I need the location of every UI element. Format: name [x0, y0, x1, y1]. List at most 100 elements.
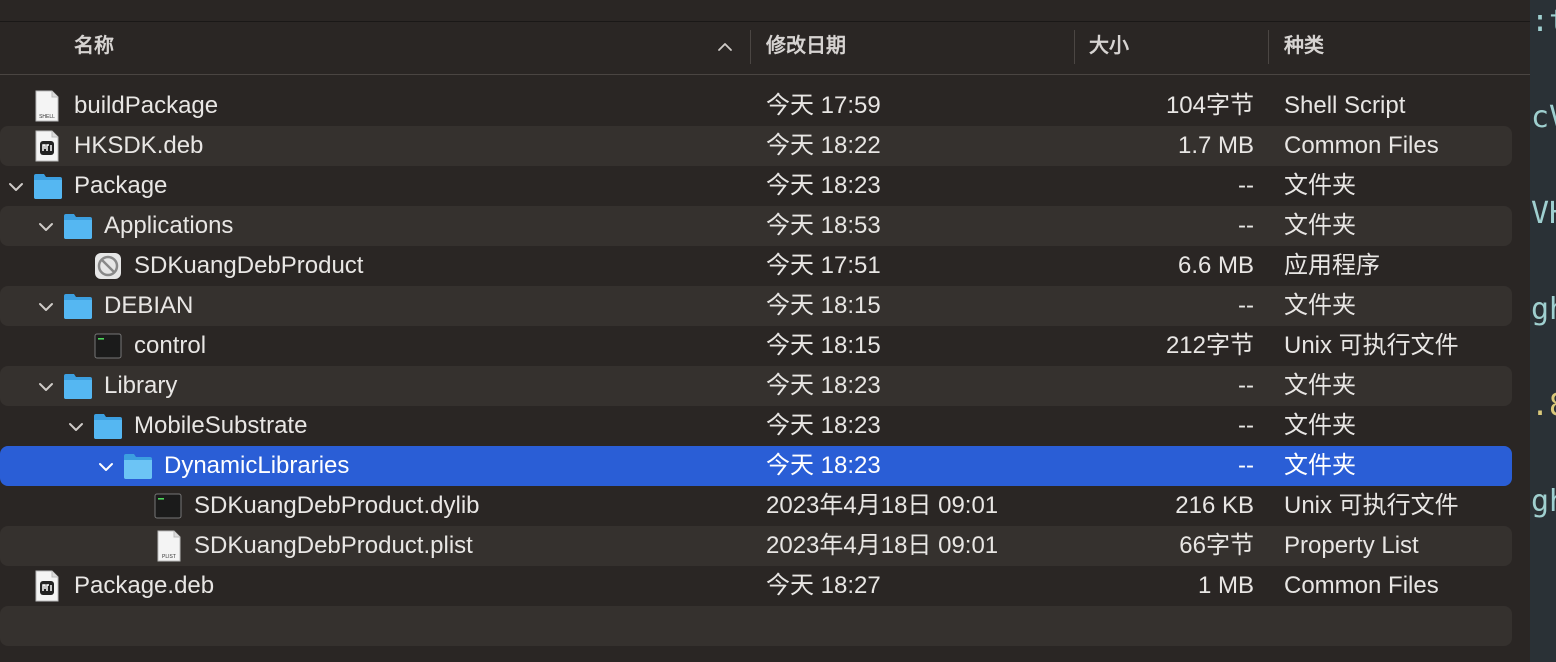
folder-icon: [64, 214, 92, 239]
chevron-down-icon[interactable]: [37, 378, 55, 396]
file-name: Library: [104, 372, 178, 399]
file-date: 今天 18:22: [766, 132, 881, 159]
file-name: DEBIAN: [104, 292, 194, 319]
file-name: HKSDK.deb: [74, 132, 204, 159]
file-kind: Property List: [1284, 532, 1419, 559]
column-divider[interactable]: [1074, 30, 1075, 64]
file-date: 2023年4月18日 09:01: [766, 492, 999, 519]
deb-file-icon: [35, 570, 59, 602]
chevron-down-icon[interactable]: [7, 178, 25, 196]
file-row[interactable]: DEBIAN 今天 18:15 -- 文件夹: [0, 286, 1512, 326]
file-size: --: [1238, 292, 1254, 319]
file-name: DynamicLibraries: [164, 452, 350, 479]
plist-file-icon: PLIST: [157, 530, 181, 562]
svg-text:PLIST: PLIST: [162, 554, 176, 560]
column-header-name[interactable]: 名称: [74, 22, 114, 75]
empty-row: [0, 606, 1512, 646]
file-size: 6.6 MB: [1177, 252, 1254, 279]
file-row[interactable]: Library 今天 18:23 -- 文件夹: [0, 366, 1512, 406]
shell-script-icon: SHELL: [35, 90, 59, 122]
file-date: 今天 18:15: [766, 292, 881, 319]
folder-icon: [94, 414, 122, 439]
sort-ascending-icon[interactable]: [716, 38, 734, 56]
toolbar-edge: [0, 0, 1530, 22]
file-name: Package.deb: [74, 572, 215, 599]
file-date: 今天 17:59: [766, 92, 881, 119]
file-size: --: [1238, 372, 1254, 399]
file-name: SDKuangDebProduct.dylib: [194, 492, 480, 519]
file-kind: Unix 可执行文件: [1284, 332, 1459, 359]
chevron-down-icon[interactable]: [37, 298, 55, 316]
file-date: 2023年4月18日 09:01: [766, 532, 999, 559]
file-size: --: [1238, 452, 1254, 479]
file-kind: Shell Script: [1284, 92, 1406, 119]
file-row[interactable]: SHELL buildPackage 今天 17:59 104字节 Shell …: [0, 86, 1512, 126]
file-row-selected[interactable]: DynamicLibraries 今天 18:23 -- 文件夹: [0, 446, 1512, 486]
background-editor-edge: :t cV VH gh .8 gh: [1530, 0, 1556, 662]
file-size: 104字节: [1165, 92, 1254, 119]
file-row[interactable]: Applications 今天 18:53 -- 文件夹: [0, 206, 1512, 246]
file-date: 今天 18:23: [766, 412, 881, 439]
file-kind: 文件夹: [1284, 452, 1356, 479]
deb-file-icon: [35, 130, 59, 162]
file-kind: 文件夹: [1284, 292, 1356, 319]
column-header-kind[interactable]: 种类: [1284, 22, 1324, 75]
file-kind: Common Files: [1284, 132, 1439, 159]
file-row[interactable]: control 今天 18:15 212字节 Unix 可执行文件: [0, 326, 1512, 366]
file-kind: 文件夹: [1284, 372, 1356, 399]
file-size: 66字节: [1179, 532, 1254, 559]
column-header-modified[interactable]: 修改日期: [766, 22, 846, 75]
column-divider[interactable]: [1268, 30, 1269, 64]
folder-icon: [34, 174, 62, 199]
folder-icon: [64, 294, 92, 319]
file-kind: Unix 可执行文件: [1284, 492, 1459, 519]
file-row[interactable]: PLIST SDKuangDebProduct.plist 2023年4月18日…: [0, 526, 1512, 566]
terminal-exec-icon: [94, 333, 122, 359]
chevron-down-icon[interactable]: [37, 218, 55, 236]
editor-text-fragment: cV: [1531, 100, 1556, 135]
chevron-down-icon[interactable]: [97, 458, 115, 476]
column-header-size[interactable]: 大小: [1089, 22, 1129, 75]
editor-text-fragment: VH: [1531, 196, 1556, 231]
file-date: 今天 18:23: [766, 372, 881, 399]
chevron-down-icon[interactable]: [67, 418, 85, 436]
finder-window: 名称 修改日期 大小 种类 SHELL buildPackage 今天 17:5…: [0, 0, 1530, 662]
folder-icon: [124, 454, 152, 479]
file-name: control: [134, 332, 207, 359]
file-date: 今天 17:51: [766, 252, 881, 279]
file-row[interactable]: SDKuangDebProduct.dylib 2023年4月18日 09:01…: [0, 486, 1512, 526]
file-name: MobileSubstrate: [134, 412, 308, 439]
editor-text-fragment: :t: [1531, 4, 1556, 39]
file-name: SDKuangDebProduct.plist: [194, 532, 473, 559]
file-size: --: [1238, 172, 1254, 199]
file-date: 今天 18:53: [766, 212, 881, 239]
file-kind: Common Files: [1284, 572, 1439, 599]
file-size: 212字节: [1165, 332, 1254, 359]
file-date: 今天 18:23: [766, 452, 881, 479]
file-name: Package: [74, 172, 168, 199]
file-size: --: [1238, 212, 1254, 239]
file-row[interactable]: Package 今天 18:23 -- 文件夹: [0, 166, 1512, 206]
file-kind: 文件夹: [1284, 172, 1356, 199]
file-name: Applications: [104, 212, 234, 239]
file-date: 今天 18:15: [766, 332, 881, 359]
column-header-bar: 名称 修改日期 大小 种类: [0, 22, 1530, 75]
svg-text:SHELL: SHELL: [39, 114, 55, 120]
column-divider[interactable]: [750, 30, 751, 64]
file-row[interactable]: HKSDK.deb 今天 18:22 1.7 MB Common Files: [0, 126, 1512, 166]
file-size: 1.7 MB: [1177, 132, 1254, 159]
file-kind: 应用程序: [1284, 252, 1380, 279]
editor-text-fragment: gh: [1531, 292, 1556, 327]
file-size: 216 KB: [1175, 492, 1254, 519]
file-date: 今天 18:27: [766, 572, 881, 599]
file-row[interactable]: Package.deb 今天 18:27 1 MB Common Files: [0, 566, 1512, 606]
file-name: buildPackage: [74, 92, 219, 119]
file-kind: 文件夹: [1284, 212, 1356, 239]
app-blocked-icon: [95, 253, 121, 279]
editor-text-fragment: gh: [1531, 484, 1556, 519]
file-size: 1 MB: [1197, 572, 1254, 599]
file-size: --: [1238, 412, 1254, 439]
file-row[interactable]: MobileSubstrate 今天 18:23 -- 文件夹: [0, 406, 1512, 446]
folder-icon: [64, 374, 92, 399]
file-row[interactable]: SDKuangDebProduct 今天 17:51 6.6 MB 应用程序: [0, 246, 1512, 286]
